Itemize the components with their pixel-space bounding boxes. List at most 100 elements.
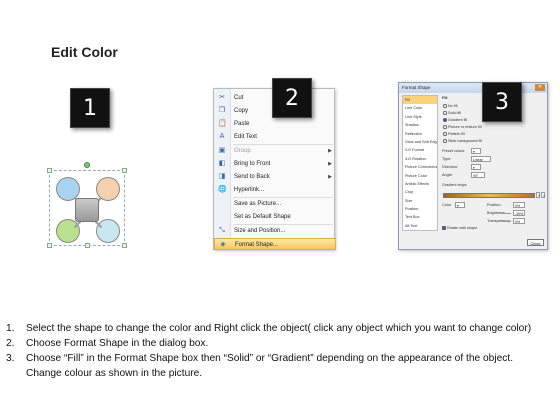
gradient-stops-bar[interactable] [443, 193, 535, 198]
menu-item-label: Copy [234, 108, 249, 114]
color-label: Color [442, 203, 452, 207]
transparency-input[interactable]: 0% [513, 218, 525, 224]
category-item[interactable]: Artistic Effects [403, 180, 437, 188]
transparency-slider[interactable] [503, 221, 511, 222]
fill-option-label: Gradient fill [448, 117, 468, 122]
size-position-icon: ⤡ [219, 227, 225, 234]
group-icon: ▣ [218, 147, 226, 154]
menu-item-label: Send to Back [234, 174, 270, 180]
diagram-circle-bottom-right[interactable] [96, 219, 120, 243]
remove-stop-button[interactable]: × [541, 192, 545, 198]
fill-option-radio[interactable] [443, 118, 447, 122]
step-text: Select the shape to change the color and… [26, 323, 532, 334]
close-button[interactable]: Close [527, 239, 544, 246]
brightness-input[interactable]: -30% [513, 210, 525, 216]
resize-handle[interactable] [122, 243, 127, 248]
rotate-checkbox[interactable] [442, 226, 446, 230]
category-item[interactable]: Position [403, 205, 437, 213]
menu-item-bring-to-front[interactable]: ◧ Bring to Front ▶ [214, 158, 336, 170]
angle-input[interactable]: 90° [471, 172, 485, 178]
category-item[interactable]: Shadow [403, 121, 437, 129]
category-item[interactable]: Crop [403, 188, 437, 196]
fill-option-label: Solid fill [448, 110, 462, 115]
format-shape-dialog: Format Shape ✕ Fill Line Color Line Style S… [398, 82, 548, 250]
diagram-center-square[interactable] [75, 198, 99, 222]
menu-item-save-as-picture[interactable]: Save as Picture... [214, 198, 336, 210]
dialog-title: Format Shape [399, 83, 547, 93]
category-item[interactable]: Glow and Soft Edges [403, 138, 437, 146]
fill-option-radio[interactable] [443, 132, 447, 136]
chevron-right-icon: ▶ [328, 148, 332, 154]
resize-handle[interactable] [47, 243, 52, 248]
rotate-handle[interactable] [84, 162, 90, 168]
fill-option-label: Picture or texture fill [448, 124, 482, 129]
page-title: Edit Color [51, 44, 118, 60]
fill-option-radio[interactable] [443, 111, 447, 115]
position-label: Position: [487, 203, 502, 207]
category-item[interactable]: Picture Color [403, 172, 437, 180]
instruction-step: 2. Choose Format Shape in the dialog box. [6, 336, 551, 351]
category-item[interactable]: Fill [403, 96, 437, 105]
preset-colors-button[interactable]: ▾ [471, 148, 481, 154]
fill-option-radio[interactable] [443, 125, 447, 129]
step-number: 3. [6, 353, 15, 364]
menu-item-label: Edit Text [234, 134, 257, 140]
hyperlink-icon: 🌐 [218, 186, 227, 193]
chevron-right-icon: ▶ [328, 174, 332, 180]
angle-label: Angle: [442, 173, 453, 177]
category-item[interactable]: Size [403, 197, 437, 205]
color-picker-button[interactable]: ▾ [455, 202, 465, 208]
edit-text-icon: A [219, 133, 225, 140]
category-item[interactable]: Line Style [403, 113, 437, 121]
section-title: Fill [442, 96, 448, 100]
menu-item-label: Format Shape... [235, 242, 279, 248]
send-back-icon: ◨ [218, 173, 226, 180]
type-select[interactable]: Linear [471, 156, 491, 162]
category-item[interactable]: Alt Text [403, 222, 437, 230]
category-list: Fill Line Color Line Style Shadow Reflection… [402, 95, 438, 231]
resize-handle[interactable] [47, 168, 52, 173]
preset-label: Preset colors: [442, 149, 466, 153]
fill-option-label: No fill [448, 103, 458, 108]
category-item[interactable]: 3-D Format [403, 146, 437, 154]
bring-front-icon: ◧ [218, 160, 226, 167]
add-stop-button[interactable]: + [536, 192, 540, 198]
menu-item-hyperlink[interactable]: 🌐 Hyperlink... [214, 184, 336, 196]
type-label: Type: [442, 157, 452, 161]
menu-item-format-shape[interactable]: ◈ Format Shape... [214, 238, 336, 250]
close-icon[interactable]: ✕ [535, 84, 545, 91]
menu-item-label: Set as Default Shape [234, 214, 291, 220]
menu-item-edit-text[interactable]: A Edit Text [214, 131, 336, 143]
category-item[interactable]: Picture Corrections [403, 163, 437, 171]
step-number: 2. [6, 338, 15, 349]
position-input[interactable]: 0% [513, 202, 525, 208]
resize-handle[interactable] [122, 168, 127, 173]
fill-option-radio[interactable] [443, 139, 447, 143]
copy-icon: ❐ [218, 107, 226, 114]
menu-item-label: Save as Picture... [234, 201, 282, 207]
smartart-diagram[interactable] [47, 160, 127, 250]
menu-item-set-as-default-shape[interactable]: Set as Default Shape [214, 211, 336, 223]
category-item[interactable]: Reflection [403, 130, 437, 138]
step-badge-3: 3 [482, 82, 522, 122]
menu-item-send-to-back[interactable]: ◨ Send to Back ▶ [214, 171, 336, 183]
resize-handle[interactable] [85, 243, 90, 248]
direction-button[interactable]: ▾ [471, 164, 481, 170]
menu-item-label: Size and Position... [234, 228, 286, 234]
fill-option-label: Slide background fill [448, 138, 482, 143]
category-item[interactable]: Line Color [403, 104, 437, 112]
menu-item-label: Group [234, 148, 251, 154]
gradient-stops-label: Gradient stops [442, 183, 467, 187]
fill-option-radio[interactable] [443, 104, 447, 108]
category-item[interactable]: 3-D Rotation [403, 155, 437, 163]
menu-item-paste[interactable]: 📋 Paste [214, 118, 336, 130]
menu-item-size-and-position[interactable]: ⤡ Size and Position... [214, 225, 336, 237]
paste-icon: 📋 [218, 120, 227, 127]
step-badge-1: 1 [70, 88, 110, 128]
direction-label: Direction: [442, 165, 459, 169]
chevron-right-icon: ▶ [328, 161, 332, 167]
format-shape-icon: ◈ [220, 241, 226, 248]
category-item[interactable]: Text Box [403, 213, 437, 221]
brightness-slider[interactable] [501, 213, 511, 214]
menu-item-group[interactable]: ▣ Group ▶ [214, 145, 336, 157]
